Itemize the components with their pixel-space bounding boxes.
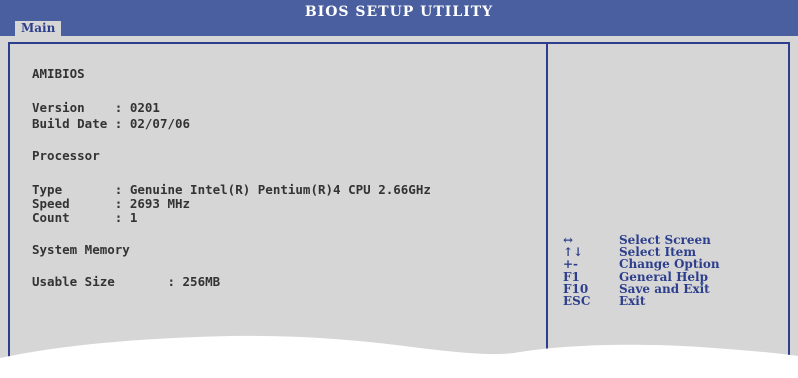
- torn-edge-mask: [0, 335, 798, 378]
- bios-screen: BIOS SETUP UTILITY Main AMIBIOS Version …: [0, 0, 798, 378]
